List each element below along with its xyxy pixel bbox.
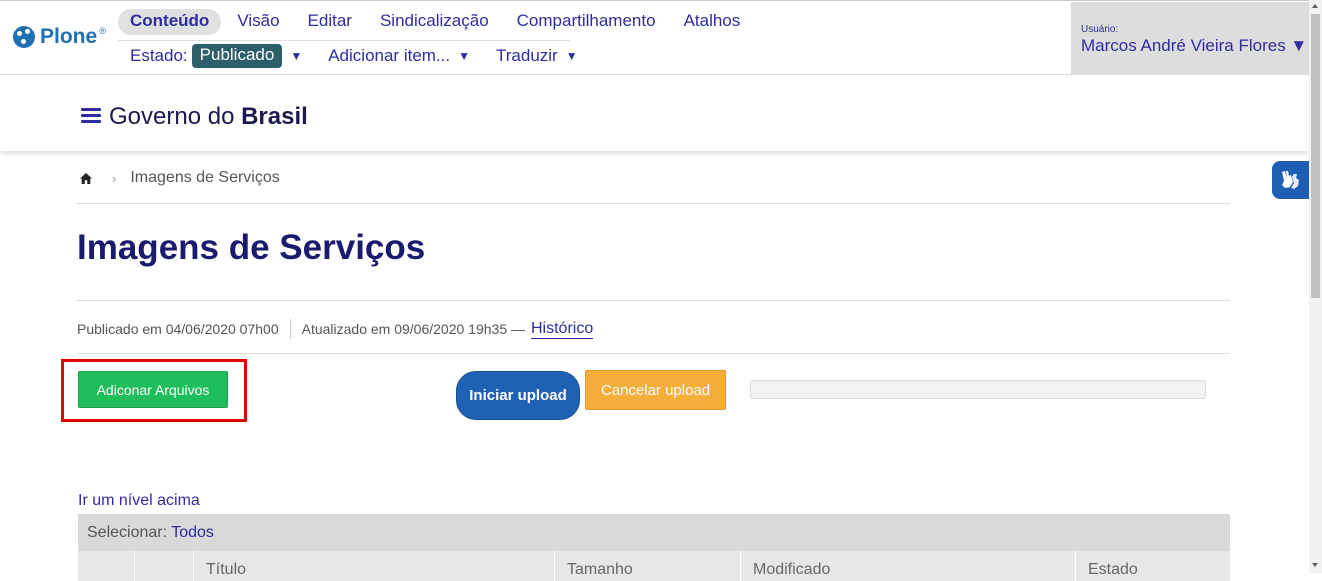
updated-date: Atualizado em 09/06/2020 19h35 — [301, 321, 525, 337]
page-title: Imagens de Serviços [77, 228, 426, 267]
divider [77, 300, 1230, 301]
up-one-level-link[interactable]: Ir um nível acima [78, 492, 200, 510]
tab-visao[interactable]: Visão [225, 9, 291, 35]
site-header: Governo do Brasil [0, 75, 1309, 151]
select-label: Selecionar: [87, 524, 168, 541]
table-header: Título Tamanho Modificado Estado [78, 551, 1230, 581]
user-label: Usuário: [1081, 24, 1119, 35]
column-header-checkbox [78, 551, 135, 581]
tab-atalhos[interactable]: Atalhos [672, 9, 753, 35]
state-caret-icon[interactable]: ▼ [290, 49, 302, 63]
column-header-state[interactable]: Estado [1076, 551, 1230, 581]
site-title-part1: Governo do [109, 103, 235, 130]
published-date: Publicado em 04/06/2020 07h00 [77, 321, 279, 337]
plone-toolbar: Plone ® Conteúdo Visão Editar Sindicaliza… [0, 0, 1309, 76]
scrollbar-thumb[interactable] [1311, 14, 1320, 298]
add-files-button[interactable]: Adiconar Arquivos [78, 371, 228, 408]
toolbar-tabs: Conteúdo Visão Editar Sindicalização Com… [118, 9, 756, 35]
column-header-size[interactable]: Tamanho [555, 551, 741, 581]
state-label: Estado: [130, 46, 188, 65]
start-upload-button[interactable]: Iniciar upload [456, 371, 580, 420]
divider [77, 203, 1230, 204]
translate-caret-icon[interactable]: ▼ [566, 49, 578, 63]
hamburger-icon[interactable] [81, 108, 101, 124]
upload-progress-bar [750, 380, 1206, 399]
tab-conteudo[interactable]: Conteúdo [118, 9, 222, 35]
translate-menu[interactable]: Traduzir [496, 46, 558, 66]
tab-editar[interactable]: Editar [296, 9, 364, 35]
history-link[interactable]: Histórico [531, 320, 594, 339]
accessibility-button[interactable] [1272, 161, 1309, 199]
select-bar: Selecionar: Todos [78, 514, 1230, 551]
add-item-menu[interactable]: Adicionar item... [328, 46, 450, 66]
scroll-down-arrow-icon[interactable] [1312, 563, 1318, 567]
scroll-up-arrow-icon[interactable] [1312, 4, 1318, 8]
tabs-divider [118, 40, 570, 41]
cancel-upload-button[interactable]: Cancelar upload [585, 370, 726, 410]
user-menu[interactable]: Usuário: Marcos André Vieira Flores ▼ [1071, 2, 1309, 76]
select-all-link[interactable]: Todos [171, 524, 214, 541]
breadcrumb-current: Imagens de Serviços [130, 169, 280, 186]
user-name[interactable]: Marcos André Vieira Flores ▼ [1081, 36, 1307, 56]
plone-logo[interactable]: Plone ® [13, 25, 106, 49]
column-header-modified[interactable]: Modificado [741, 551, 1076, 581]
breadcrumb-separator: › [112, 170, 117, 186]
breadcrumb: › Imagens de Serviços [80, 169, 280, 187]
document-byline: Publicado em 04/06/2020 07h00 Atualizado… [77, 319, 594, 339]
column-header-title[interactable]: Título [194, 551, 555, 581]
plone-logo-text: Plone [40, 25, 98, 48]
site-title[interactable]: Governo do Brasil [109, 103, 308, 131]
accessibility-hands-icon [1282, 171, 1299, 189]
state-badge[interactable]: Publicado [191, 44, 283, 68]
plone-logo-icon [13, 26, 35, 48]
site-title-part2: Brasil [241, 103, 308, 130]
column-header-icon [135, 551, 194, 581]
byline-separator [289, 319, 291, 339]
tab-compartilhamento[interactable]: Compartilhamento [505, 9, 668, 35]
page-scrollbar[interactable] [1309, 0, 1322, 573]
divider [77, 353, 1230, 354]
home-icon[interactable] [80, 172, 92, 184]
toolbar-subbar: Estado: Publicado ▼ Adicionar item... ▼ … [130, 44, 604, 68]
tab-sindicalizacao[interactable]: Sindicalização [368, 9, 501, 35]
add-item-caret-icon[interactable]: ▼ [458, 49, 470, 63]
